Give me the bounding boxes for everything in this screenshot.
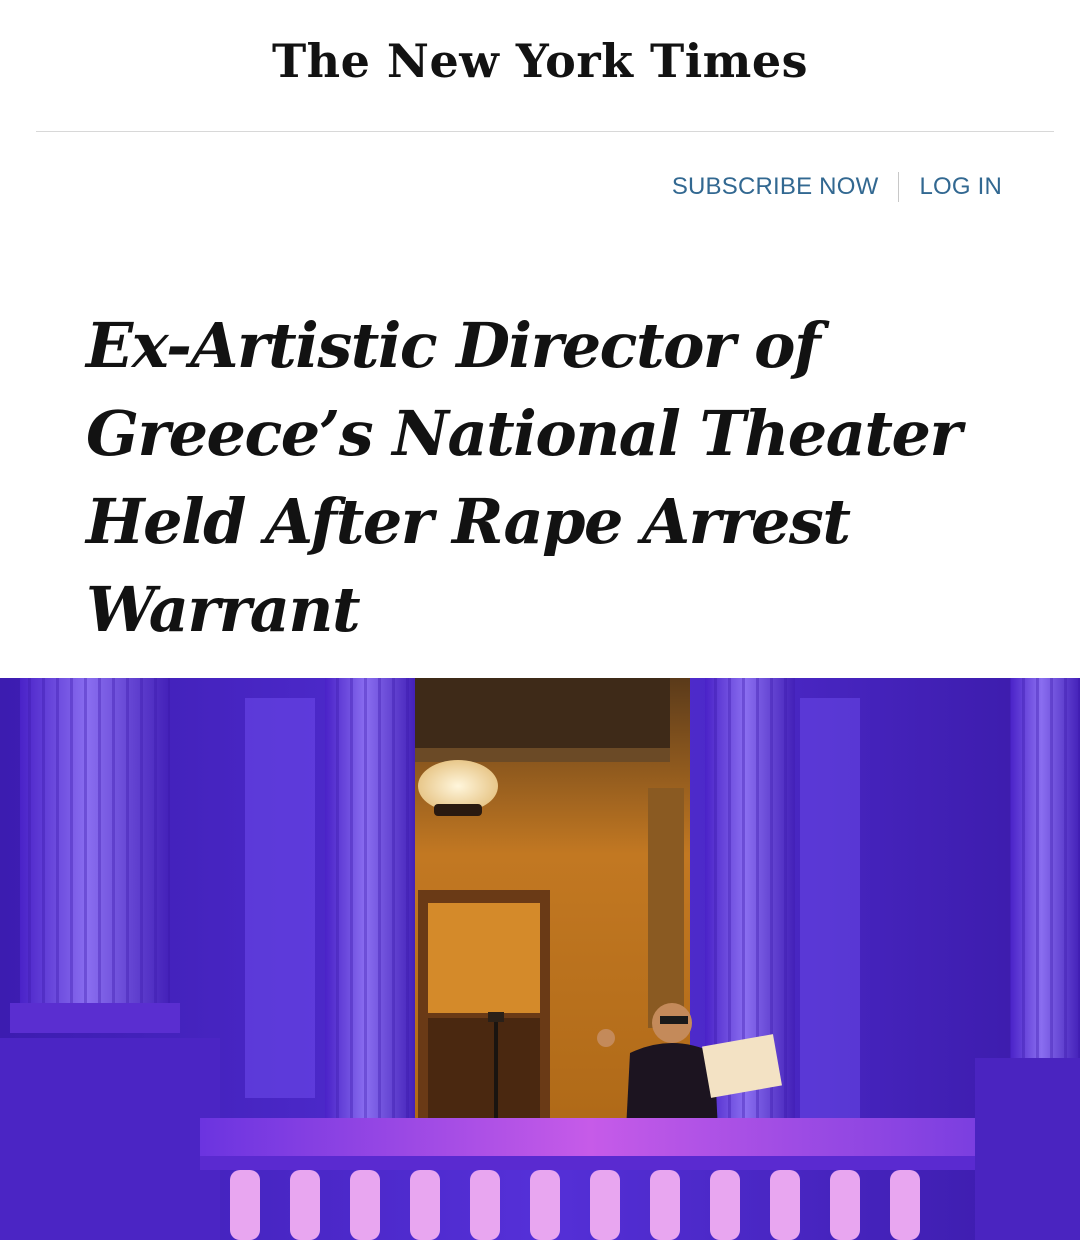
account-links: SUBSCRIBE NOW LOG IN	[672, 172, 1002, 202]
subscribe-now-link[interactable]: SUBSCRIBE NOW	[672, 173, 879, 201]
nyt-logo[interactable]: The New York Times	[0, 38, 1080, 84]
article-lead-photo	[0, 678, 1080, 1240]
link-separator	[898, 172, 900, 202]
log-in-link[interactable]: LOG IN	[919, 173, 1002, 201]
article-headline: Ex-Artistic Director of Greece’s Nationa…	[86, 309, 962, 646]
article-page: The New York Times SUBSCRIBE NOW LOG IN …	[0, 0, 1080, 1240]
header-divider	[36, 131, 1054, 132]
